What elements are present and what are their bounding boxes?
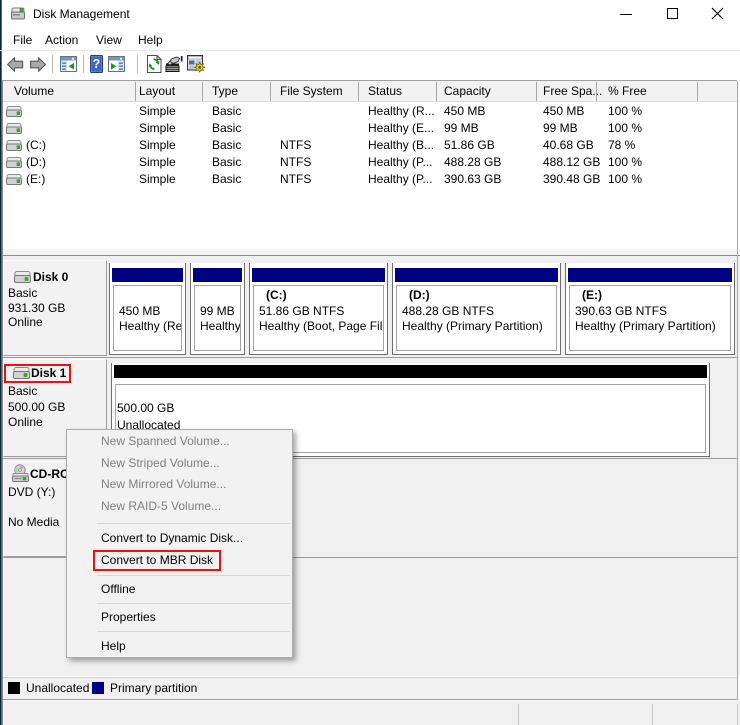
svg-text:?: ? bbox=[93, 57, 101, 71]
